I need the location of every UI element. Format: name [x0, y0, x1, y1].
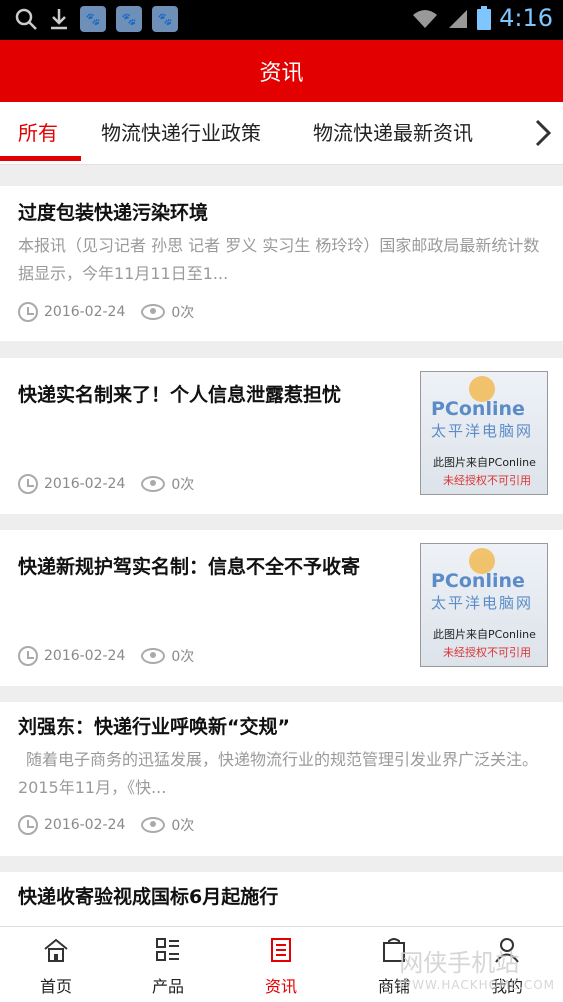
nav-products[interactable]: 产品: [112, 927, 224, 1002]
nav-label: 产品: [151, 977, 184, 996]
thumbnail-caption: 此图片来自PConline: [433, 628, 536, 641]
article-meta: 2016-02-24 0次: [18, 646, 194, 666]
eye-icon: [141, 476, 166, 492]
thumbnail-brand: PConline: [431, 398, 525, 420]
watermark: 网侠手机站 WWW.HACKHOME.COM: [399, 943, 555, 992]
search-icon: [15, 8, 37, 30]
article-meta: 2016-02-24 0次: [18, 474, 194, 494]
article-date: 2016-02-24: [44, 817, 126, 833]
eye-icon: [141, 304, 166, 320]
nav-label: 资讯: [264, 977, 297, 996]
article-title: 快递收寄验视成国标6月起施行: [18, 886, 279, 908]
article-views: 0次: [171, 649, 195, 665]
article-views: 0次: [171, 305, 195, 321]
chevron-right-icon: [535, 119, 552, 147]
thumbnail-caption: 此图片来自PConline: [433, 456, 536, 469]
tab-logistics-policy[interactable]: 物流快递行业政策: [101, 102, 261, 164]
article-views: 0次: [171, 818, 195, 834]
status-time: 4:16: [499, 4, 553, 32]
grid-list-icon: [156, 938, 179, 961]
clock-icon: [18, 815, 38, 835]
nav-home[interactable]: 首页: [0, 927, 112, 1002]
article-meta: 2016-02-24 0次: [18, 302, 194, 322]
article-card[interactable]: 刘强东：快递行业呼唤新“交规” 随着电子商务的迅猛发展，快递物流行业的规范管理引…: [0, 702, 563, 856]
home-icon: [44, 938, 68, 962]
baidu-app-icon: 🐾: [152, 6, 178, 32]
watermark-url: WWW.HACKHOME.COM: [399, 978, 555, 992]
thumbnail-brand-cn: 太平洋电脑网: [431, 594, 534, 612]
eye-icon: [141, 817, 166, 833]
article-thumbnail: PConline 太平洋电脑网 此图片来自PConline 未经授权不可引用: [420, 543, 548, 667]
clock-icon: [18, 646, 38, 666]
article-title: 快递实名制来了！个人信息泄露惹担忧: [18, 384, 342, 406]
eye-icon: [141, 648, 166, 664]
article-title: 过度包装快递污染环境: [18, 202, 209, 224]
status-bar-notifications: 🐾 🐾 🐾: [14, 6, 178, 32]
article-description: 随着电子商务的迅猛发展，快递物流行业的规范管理引发业界广泛关注。2015年11月…: [18, 750, 539, 797]
article-card[interactable]: 过度包装快递污染环境 本报讯（见习记者 孙思 记者 罗义 实习生 杨玲玲）国家邮…: [0, 186, 563, 341]
clock-icon: [18, 302, 38, 322]
battery-icon: [477, 6, 492, 30]
article-thumbnail: PConline 太平洋电脑网 此图片来自PConline 未经授权不可引用: [420, 371, 548, 495]
baidu-app-icon: 🐾: [80, 6, 106, 32]
page-header: 资讯: [0, 40, 563, 102]
baidu-app-icon: 🐾: [116, 6, 142, 32]
thumbnail-brand-cn: 太平洋电脑网: [431, 422, 534, 440]
thumbnail-caption: 未经授权不可引用: [443, 646, 531, 659]
active-tab-indicator: [0, 156, 81, 161]
nav-label: 首页: [39, 977, 72, 996]
category-tabs: 所有 物流快递行业政策 物流快递最新资讯: [0, 102, 563, 165]
status-bar: 🐾 🐾 🐾 4:16: [0, 0, 563, 40]
thumbnail-brand: PConline: [431, 570, 525, 592]
status-bar-system: 4:16: [411, 4, 553, 32]
wifi-icon: [413, 10, 438, 28]
article-card[interactable]: 快递新规护驾实名制：信息不全不予收寄 2016-02-24 0次 PConlin…: [0, 530, 563, 686]
article-title: 快递新规护驾实名制：信息不全不予收寄: [18, 556, 361, 578]
watermark-text: 网侠手机站: [399, 949, 520, 977]
article-title: 刘强东：快递行业呼唤新“交规”: [18, 716, 290, 738]
download-icon: [51, 9, 67, 30]
tab-logistics-news[interactable]: 物流快递最新资讯: [313, 102, 473, 164]
nav-news[interactable]: 资讯: [225, 927, 337, 1002]
signal-icon: [449, 10, 468, 28]
page-title: 资讯: [259, 61, 304, 86]
article-date: 2016-02-24: [44, 476, 126, 492]
clock-icon: [18, 474, 38, 494]
article-meta: 2016-02-24 0次: [18, 815, 194, 835]
tab-all[interactable]: 所有: [18, 102, 58, 164]
article-card[interactable]: 快递收寄验视成国标6月起施行: [0, 872, 563, 932]
article-views: 0次: [171, 477, 195, 493]
thumbnail-caption: 未经授权不可引用: [443, 474, 531, 487]
article-date: 2016-02-24: [44, 304, 126, 320]
document-icon: [271, 938, 291, 962]
article-card[interactable]: 快递实名制来了！个人信息泄露惹担忧 2016-02-24 0次 PConline…: [0, 358, 563, 514]
article-date: 2016-02-24: [44, 648, 126, 664]
tabs-scroll-right-button[interactable]: [523, 102, 563, 164]
article-description: 本报讯（见习记者 孙思 记者 罗义 实习生 杨玲玲）国家邮政局最新统计数据显示，…: [18, 236, 540, 283]
